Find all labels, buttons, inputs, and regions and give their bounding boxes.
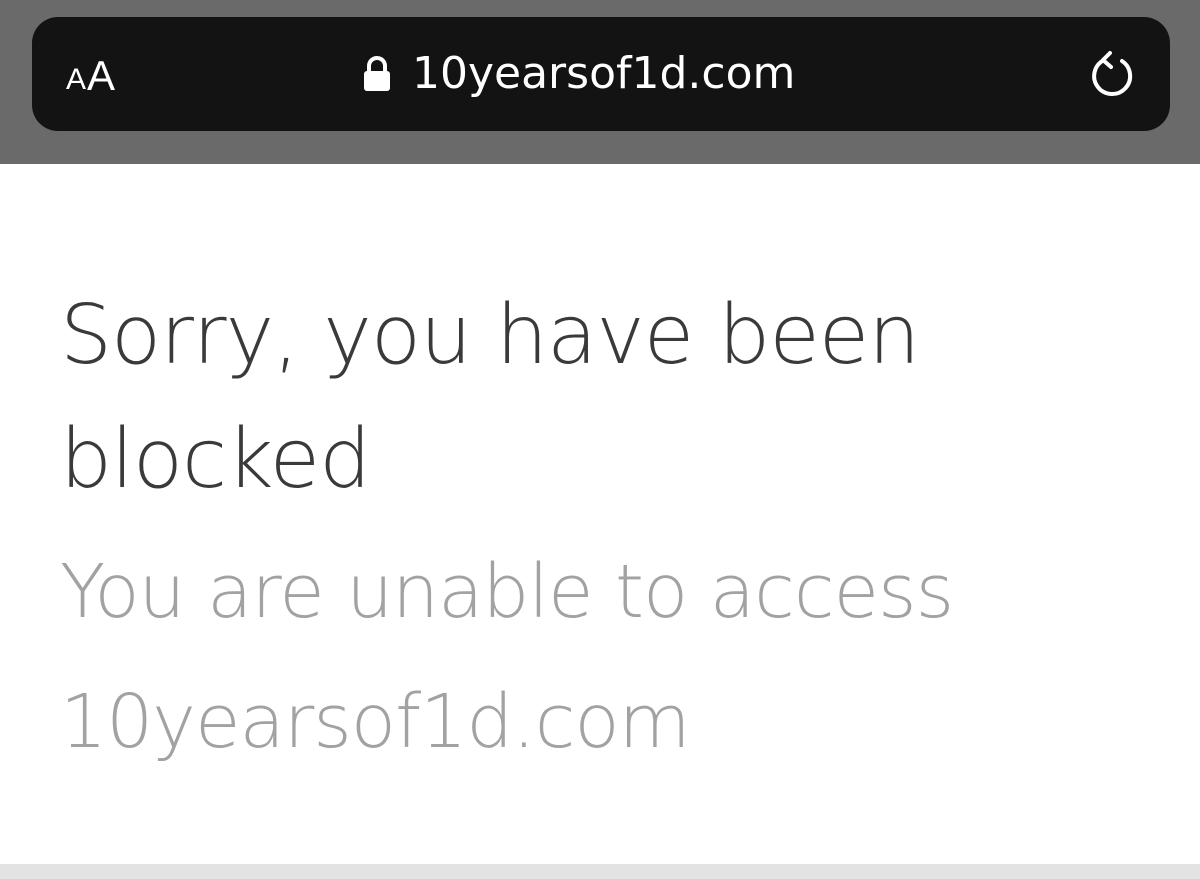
text-size-small-label: A	[66, 63, 87, 96]
address-bar[interactable]: A A 10yearsof1d.com	[32, 17, 1170, 131]
bottom-divider	[0, 864, 1200, 879]
reload-button[interactable]	[1088, 49, 1140, 101]
text-size-large-label: A	[87, 52, 116, 99]
page-content: Sorry, you have been blocked You are una…	[0, 164, 1200, 864]
lock-icon	[362, 55, 392, 93]
browser-toolbar: A A 10yearsof1d.com	[0, 0, 1200, 164]
text-size-button[interactable]: A A	[66, 47, 115, 101]
url-field[interactable]: 10yearsof1d.com	[362, 45, 795, 103]
reload-icon	[1088, 51, 1140, 105]
error-heading: Sorry, you have been blocked	[60, 288, 920, 507]
error-subheading: You are unable to access 10yearsof1d.com	[60, 549, 954, 765]
url-text: 10yearsof1d.com	[412, 48, 796, 99]
